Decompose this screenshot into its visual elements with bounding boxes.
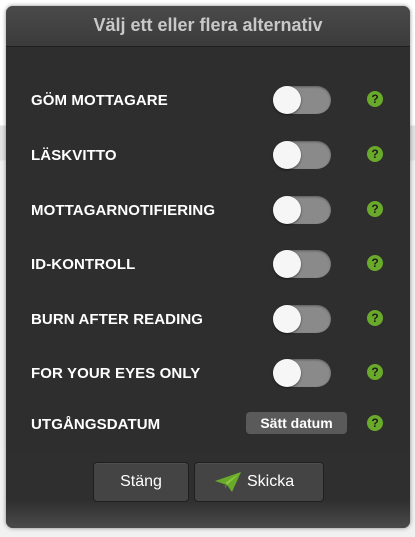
for-your-eyes-only-toggle[interactable] xyxy=(273,359,331,387)
send-label: Skicka xyxy=(247,473,295,490)
toggle-knob xyxy=(273,250,301,278)
expiry-label: UTGÅNGSDATUM xyxy=(31,416,161,433)
hide-recipients-toggle[interactable] xyxy=(273,86,331,114)
option-label: MOTTAGARNOTIFIERING xyxy=(31,202,216,219)
option-row-recipient-notification: MOTTAGARNOTIFIERING ? xyxy=(6,195,410,225)
read-receipt-toggle[interactable] xyxy=(273,141,331,169)
option-row-expiry-date: UTGÅNGSDATUM Sätt datum ? xyxy=(6,409,410,439)
dialog-title: Välj ett eller flera alternativ xyxy=(93,15,323,35)
option-label: FOR YOUR EYES ONLY xyxy=(31,365,201,382)
toggle-knob xyxy=(273,359,301,387)
help-icon[interactable]: ? xyxy=(367,364,383,380)
option-row-for-your-eyes-only: FOR YOUR EYES ONLY ? xyxy=(6,358,410,388)
option-label: ID-KONTROLL xyxy=(31,256,136,273)
option-label: BURN AFTER READING xyxy=(31,311,204,328)
option-row-read-receipt: LÄSKVITTO ? xyxy=(6,140,410,170)
paper-plane-icon xyxy=(215,472,241,492)
help-icon[interactable]: ? xyxy=(367,201,383,217)
toggle-knob xyxy=(273,305,301,333)
options-dialog: Välj ett eller flera alternativ GÖM MOTT… xyxy=(6,6,410,528)
toggle-knob xyxy=(273,86,301,114)
recipient-notification-toggle[interactable] xyxy=(273,196,331,224)
help-icon[interactable]: ? xyxy=(367,91,383,107)
option-row-burn-after-reading: BURN AFTER READING ? xyxy=(6,304,410,334)
option-label: LÄSKVITTO xyxy=(31,147,117,164)
help-icon[interactable]: ? xyxy=(367,255,383,271)
option-label: GÖM MOTTAGARE xyxy=(31,92,168,109)
help-icon[interactable]: ? xyxy=(367,146,383,162)
help-icon[interactable]: ? xyxy=(367,310,383,326)
send-button[interactable]: Skicka xyxy=(194,462,324,502)
dialog-footer: Stäng Skicka xyxy=(6,452,410,528)
set-date-button[interactable]: Sätt datum xyxy=(246,412,347,434)
help-icon[interactable]: ? xyxy=(367,415,383,431)
burn-after-reading-toggle[interactable] xyxy=(273,305,331,333)
toggle-knob xyxy=(273,196,301,224)
id-check-toggle[interactable] xyxy=(273,250,331,278)
dialog-header: Välj ett eller flera alternativ xyxy=(6,6,410,47)
option-row-id-check: ID-KONTROLL ? xyxy=(6,249,410,279)
toggle-knob xyxy=(273,141,301,169)
option-row-hide-recipients: GÖM MOTTAGARE ? xyxy=(6,85,410,115)
close-button[interactable]: Stäng xyxy=(93,462,189,502)
